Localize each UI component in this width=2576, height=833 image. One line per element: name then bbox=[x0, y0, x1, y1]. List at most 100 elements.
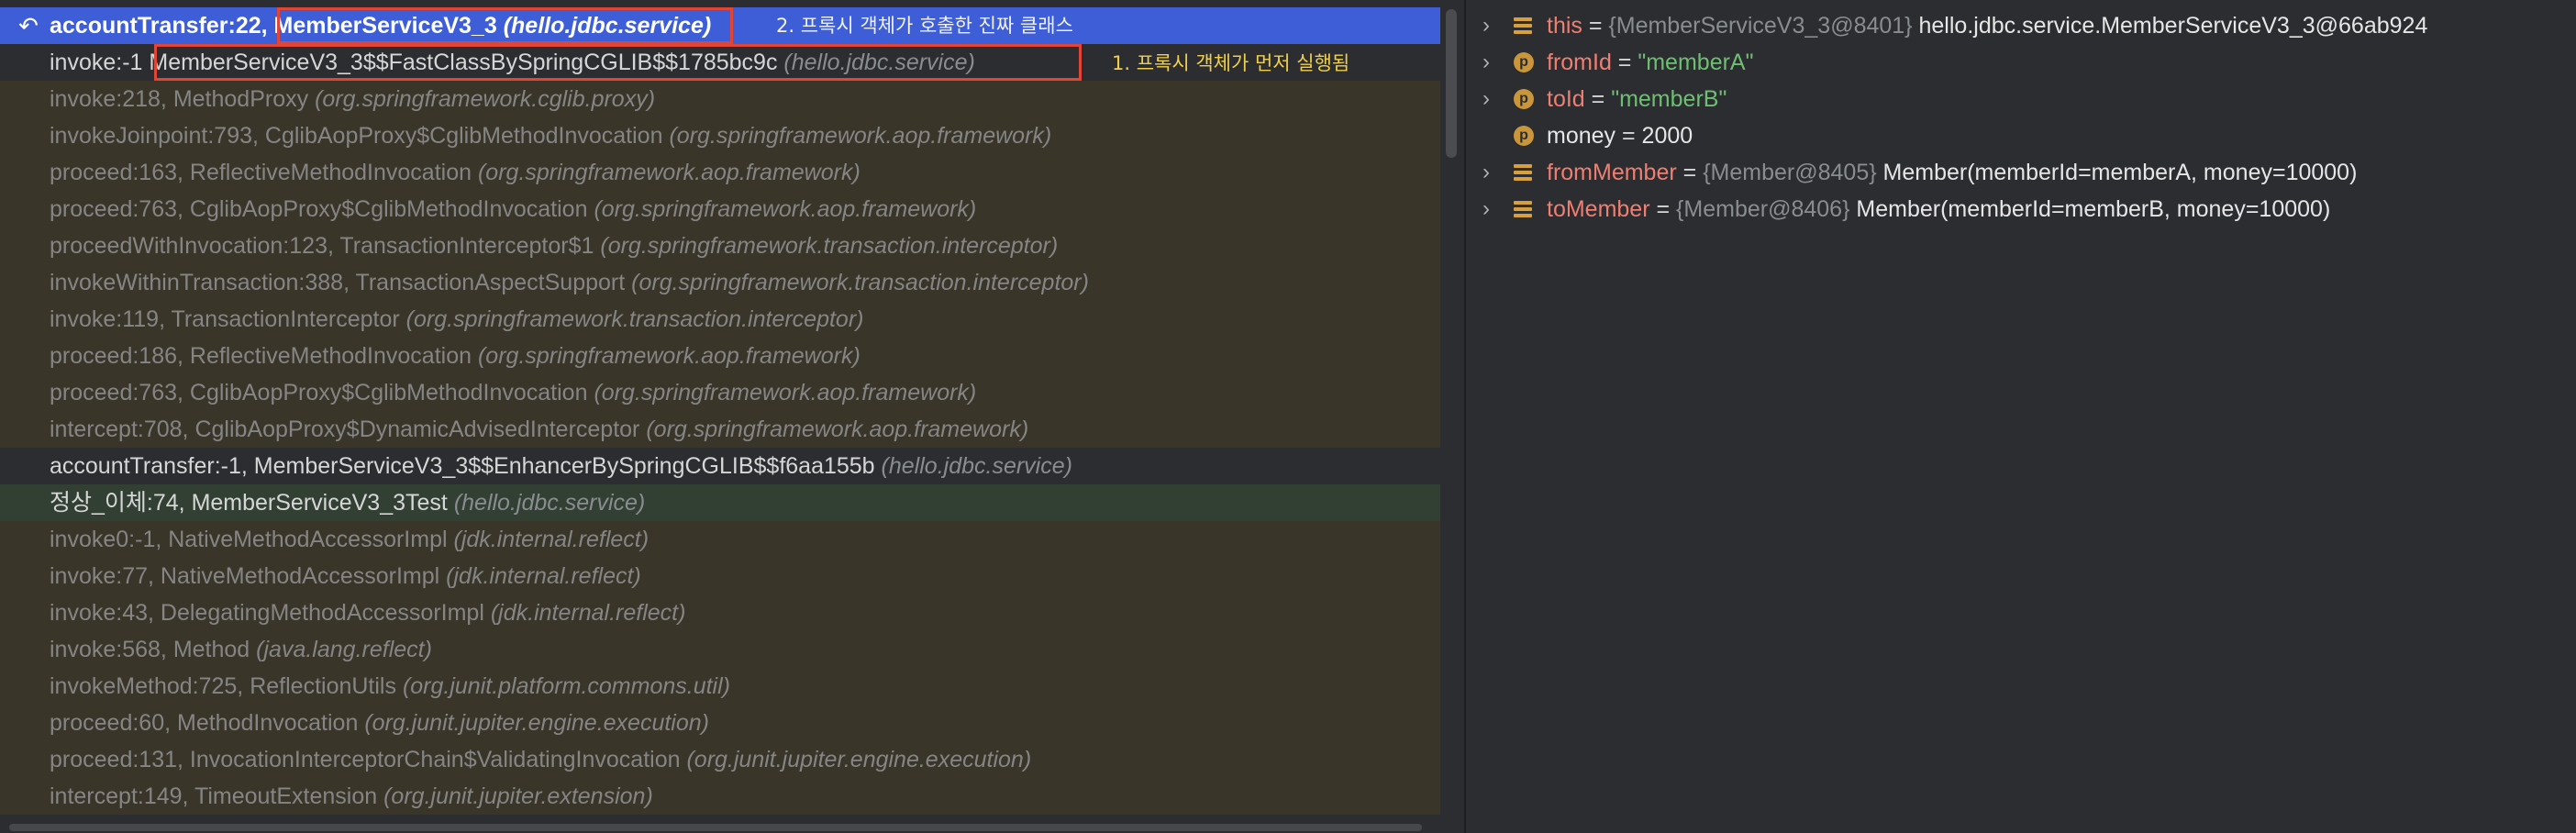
variable-string-value: "memberB" bbox=[1611, 86, 1727, 112]
field-icon bbox=[1514, 199, 1534, 219]
frame-class: MemberServiceV3_3$$EnhancerBySpringCGLIB… bbox=[253, 453, 875, 479]
frame-row[interactable]: 정상_이체:74, MemberServiceV3_3Test (hello.j… bbox=[0, 484, 1440, 521]
frame-package: (org.springframework.transaction.interce… bbox=[631, 270, 1089, 295]
chevron-right-icon[interactable]: › bbox=[1477, 154, 1495, 191]
frame-method: accountTransfer:22, bbox=[50, 13, 274, 39]
frame-package: (java.lang.reflect) bbox=[256, 637, 432, 662]
variable-text: fromMember = {Member@8405} Member(member… bbox=[1547, 160, 2358, 185]
frame-row[interactable]: invokeMethod:725, ReflectionUtils (org.j… bbox=[0, 668, 1440, 705]
chevron-right-icon[interactable]: › bbox=[1477, 7, 1495, 44]
frame-class: ReflectiveMethodInvocation bbox=[189, 160, 472, 185]
frame-method: invoke:77, bbox=[50, 563, 161, 589]
frame-method: proceed:763, bbox=[50, 196, 190, 222]
frame-method: proceed:131, bbox=[50, 747, 190, 772]
frame-package: (hello.jdbc.service) bbox=[453, 490, 646, 516]
frames-vscroll-thumb[interactable] bbox=[1446, 9, 1457, 158]
frame-row[interactable]: proceed:163, ReflectiveMethodInvocation … bbox=[0, 154, 1440, 191]
variable-name: fromId bbox=[1547, 50, 1612, 75]
variables-list: › this = {MemberServiceV3_3@8401} hello.j… bbox=[1466, 7, 2576, 228]
frame-package: (org.springframework.cglib.proxy) bbox=[315, 86, 656, 112]
frame-method: proceedWithInvocation:123, bbox=[50, 233, 340, 259]
frame-class: CglibAopProxy$CglibMethodInvocation bbox=[189, 380, 588, 405]
frames-list: ↶ accountTransfer:22, MemberServiceV3_3 (… bbox=[0, 7, 1440, 815]
frame-package: (hello.jdbc.service) bbox=[783, 50, 975, 75]
variable-row-money[interactable]: p money = 2000 bbox=[1466, 117, 2576, 154]
frame-class: MemberServiceV3_3$$FastClassBySpringCGLI… bbox=[149, 50, 778, 75]
variable-name: this bbox=[1547, 13, 1582, 39]
variable-name: fromMember bbox=[1547, 160, 1677, 185]
frame-row[interactable]: proceed:763, CglibAopProxy$CglibMethodIn… bbox=[0, 191, 1440, 228]
variable-name: toMember bbox=[1547, 196, 1650, 222]
frame-class: CglibAopProxy$CglibMethodInvocation bbox=[189, 196, 588, 222]
variable-name: money bbox=[1547, 123, 1616, 149]
variable-row-this[interactable]: › this = {MemberServiceV3_3@8401} hello.j… bbox=[1466, 7, 2576, 44]
frames-panel: ↶ accountTransfer:22, MemberServiceV3_3 (… bbox=[0, 0, 1440, 833]
variable-row-fromId[interactable]: › p fromId = "memberA" bbox=[1466, 44, 2576, 81]
variable-value: hello.jdbc.service.MemberServiceV3_3@66a… bbox=[1918, 13, 2428, 39]
frame-class: MemberServiceV3_3Test bbox=[191, 490, 448, 516]
frame-row[interactable]: proceed:763, CglibAopProxy$CglibMethodIn… bbox=[0, 374, 1440, 411]
chevron-right-icon[interactable]: › bbox=[1477, 81, 1495, 117]
frame-method: invoke:119, bbox=[50, 306, 172, 332]
frame-method: invoke:43, bbox=[50, 600, 161, 626]
frame-method: invokeJoinpoint:793, bbox=[50, 123, 265, 149]
frame-method: intercept:149, bbox=[50, 783, 194, 809]
frame-row[interactable]: ↶ accountTransfer:22, MemberServiceV3_3 (… bbox=[0, 7, 1440, 44]
frame-row[interactable]: invoke:77, NativeMethodAccessorImpl (jdk… bbox=[0, 558, 1440, 594]
chevron-right-icon[interactable]: › bbox=[1477, 191, 1495, 228]
frame-class: MemberServiceV3_3 bbox=[273, 13, 497, 39]
chevron-right-icon[interactable]: › bbox=[1477, 44, 1495, 81]
frame-row[interactable]: intercept:149, TimeoutExtension (org.jun… bbox=[0, 778, 1440, 815]
field-icon bbox=[1514, 16, 1534, 36]
frame-row[interactable]: invokeJoinpoint:793, CglibAopProxy$Cglib… bbox=[0, 117, 1440, 154]
frame-method: accountTransfer:-1, bbox=[50, 453, 254, 479]
frame-row[interactable]: accountTransfer:-1, MemberServiceV3_3$$E… bbox=[0, 448, 1440, 484]
parameter-icon: p bbox=[1514, 52, 1534, 72]
frame-class: DelegatingMethodAccessorImpl bbox=[160, 600, 484, 626]
frame-class: CglibAopProxy$DynamicAdvisedInterceptor bbox=[194, 416, 640, 442]
variable-text: toId = "memberB" bbox=[1547, 86, 1727, 112]
frame-method: invoke:568, bbox=[50, 637, 173, 662]
frame-package: (org.springframework.transaction.interce… bbox=[405, 306, 864, 332]
variable-row-toId[interactable]: › p toId = "memberB" bbox=[1466, 81, 2576, 117]
frame-package: (org.junit.jupiter.engine.execution) bbox=[364, 710, 709, 736]
frame-class: TransactionInterceptor$1 bbox=[339, 233, 594, 259]
variable-text: toMember = {Member@8406} Member(memberId… bbox=[1547, 196, 2331, 222]
frame-package: (hello.jdbc.service) bbox=[881, 453, 1072, 479]
frame-row[interactable]: proceedWithInvocation:123, TransactionIn… bbox=[0, 228, 1440, 264]
frames-hscroll-thumb[interactable] bbox=[9, 824, 1422, 831]
frame-class: ReflectionUtils bbox=[250, 673, 396, 699]
frame-method: proceed:763, bbox=[50, 380, 190, 405]
variable-row-fromMember[interactable]: › fromMember = {Member@8405} Member(membe… bbox=[1466, 154, 2576, 191]
frame-row[interactable]: invoke:218, MethodProxy (org.springframe… bbox=[0, 81, 1440, 117]
parameter-icon: p bbox=[1514, 89, 1534, 109]
frame-class: ReflectiveMethodInvocation bbox=[189, 343, 472, 369]
frame-method: intercept:708, bbox=[50, 416, 195, 442]
frame-row[interactable]: intercept:708, CglibAopProxy$DynamicAdvi… bbox=[0, 411, 1440, 448]
frame-row[interactable]: invoke:43, DelegatingMethodAccessorImpl … bbox=[0, 594, 1440, 631]
frame-method: 정상_이체:74, bbox=[50, 490, 192, 516]
frame-package: (jdk.internal.reflect) bbox=[490, 600, 686, 626]
frame-row[interactable]: invoke:119, TransactionInterceptor (org.… bbox=[0, 301, 1440, 338]
frame-row[interactable]: invoke0:-1, NativeMethodAccessorImpl (jd… bbox=[0, 521, 1440, 558]
frame-row[interactable]: proceed:60, MethodInvocation (org.junit.… bbox=[0, 705, 1440, 741]
variable-row-toMember[interactable]: › toMember = {Member@8406} Member(memberI… bbox=[1466, 191, 2576, 228]
frame-package: (org.springframework.aop.framework) bbox=[646, 416, 1029, 442]
frame-row[interactable]: invoke:568, Method (java.lang.reflect) bbox=[0, 631, 1440, 668]
variable-value: Member(memberId=memberB, money=10000) bbox=[1856, 196, 2331, 222]
frame-method: proceed:60, bbox=[50, 710, 177, 736]
frame-class: NativeMethodAccessorImpl bbox=[160, 563, 440, 589]
frame-class: MethodInvocation bbox=[177, 710, 359, 736]
frame-package: (org.junit.jupiter.extension) bbox=[383, 783, 653, 809]
frame-row[interactable]: proceed:131, InvocationInterceptorChain$… bbox=[0, 741, 1440, 778]
frame-method: invokeMethod:725, bbox=[50, 673, 250, 699]
frame-package: (jdk.internal.reflect) bbox=[453, 527, 650, 552]
variable-string-value: "memberA" bbox=[1638, 50, 1754, 75]
variable-name: toId bbox=[1547, 86, 1585, 112]
frame-package: (org.springframework.aop.framework) bbox=[669, 123, 1052, 149]
frame-row[interactable]: proceed:186, ReflectiveMethodInvocation … bbox=[0, 338, 1440, 374]
frame-method: proceed:163, bbox=[50, 160, 190, 185]
frame-class: NativeMethodAccessorImpl bbox=[168, 527, 448, 552]
frame-row[interactable]: invokeWithinTransaction:388, Transaction… bbox=[0, 264, 1440, 301]
frame-class: MethodProxy bbox=[172, 86, 309, 112]
